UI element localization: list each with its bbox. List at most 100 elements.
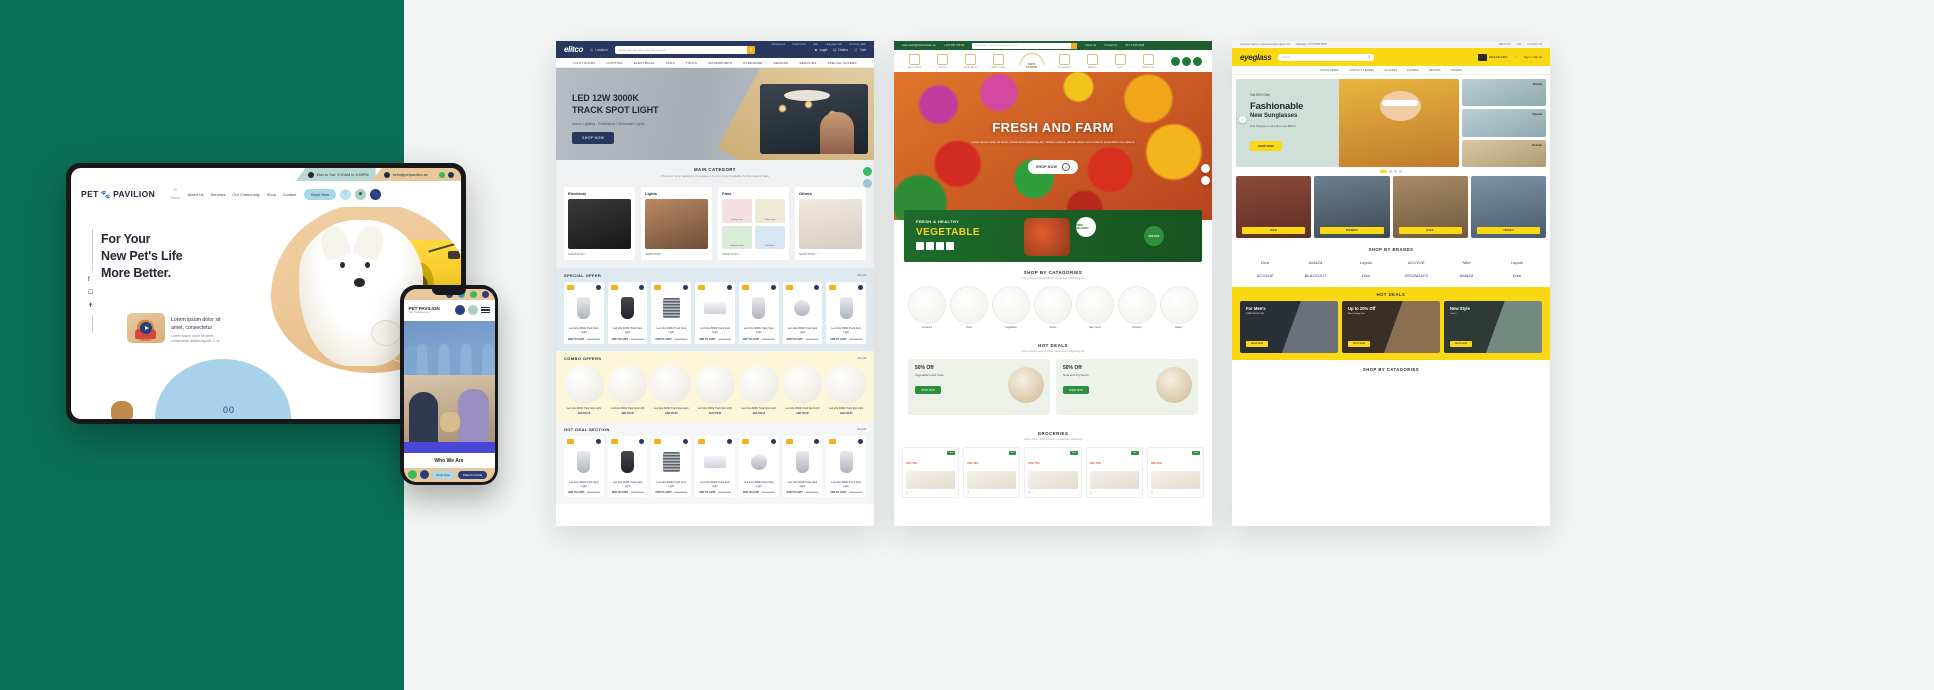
side-banner-trendy[interactable]: #Trendy bbox=[1462, 79, 1546, 107]
brand-logo[interactable]: Layola bbox=[1343, 260, 1389, 265]
combo-card[interactable]: Led 12w 3000k Track Spot Light AED 150.00 bbox=[782, 364, 823, 415]
add-to-cart-label[interactable]: ADD TO CART bbox=[655, 338, 671, 341]
whatsapp-icon[interactable] bbox=[407, 470, 417, 479]
product-card[interactable]: Led 12w 3000k Track Spot Light ADD TO CAR… bbox=[607, 435, 648, 498]
phone-book-now-button[interactable]: Book Now bbox=[431, 470, 455, 479]
orders-button[interactable]: ☐ Orders bbox=[833, 48, 848, 52]
phone-icon[interactable] bbox=[1201, 164, 1210, 173]
side-banner-hotsale[interactable]: #Hotsale bbox=[1462, 139, 1546, 167]
nav-item-contact[interactable]: Contact bbox=[283, 192, 296, 197]
utility-currency[interactable]: Currency: AED bbox=[849, 43, 866, 46]
phone-icon[interactable] bbox=[419, 470, 429, 479]
grocery-logo[interactable]: TASTE OF SPAIN bbox=[1017, 52, 1047, 70]
add-to-cart-label[interactable]: ADD TO CART bbox=[568, 491, 584, 494]
hero-cta[interactable]: SHOP NOW bbox=[1250, 141, 1282, 151]
cart-icon[interactable]: 🛒 bbox=[1090, 491, 1093, 494]
nav-item-services[interactable]: Services bbox=[211, 192, 226, 197]
product-card[interactable]: Offer 50% New 🛒 ♡ bbox=[1146, 447, 1205, 498]
menu-offers[interactable]: OFFERS bbox=[1451, 69, 1462, 72]
category-cta[interactable]: SHOP NOW > bbox=[568, 252, 631, 256]
sign-in-link[interactable]: Sign In / Sign Up bbox=[1524, 56, 1542, 59]
topbar-about[interactable]: ABOUT US bbox=[1499, 44, 1511, 46]
grocery-search-input[interactable]: Strawberries, Tropicana, Mandrago cheese bbox=[972, 42, 1078, 49]
wishlist-icon[interactable] bbox=[814, 438, 820, 444]
elitco-hero-cta[interactable]: SHOP NOW bbox=[572, 132, 615, 144]
menu-hardware[interactable]: HARDWARE bbox=[743, 61, 763, 65]
product-card[interactable]: Led 12w 3000k Track Spot Light ADD TO CA… bbox=[695, 282, 735, 344]
cart-button[interactable]: 🛒 Cart bbox=[854, 48, 866, 52]
nav-item-about[interactable]: About Us bbox=[188, 192, 204, 197]
deal-cta[interactable]: SHOP NOW bbox=[1348, 341, 1371, 347]
product-card[interactable]: Led 12w 3000k Track Spot Light ADD TO CA… bbox=[738, 282, 779, 344]
brand-logo[interactable]: AMAZA bbox=[1443, 273, 1489, 278]
category-circle[interactable]: Groceries bbox=[908, 286, 946, 329]
wishlist-icon[interactable] bbox=[595, 438, 601, 444]
category-circle[interactable]: Butchery bbox=[1118, 286, 1156, 329]
eyewear-search-input[interactable]: Search... ⚲ bbox=[1278, 53, 1375, 61]
wishlist-icon[interactable] bbox=[683, 285, 689, 290]
combo-card[interactable]: Led 12w 3000k Track Spot Light AED 150.00 bbox=[695, 364, 735, 415]
nav-category-seafood[interactable]: SEA FOOD bbox=[1139, 53, 1159, 69]
combo-card[interactable]: Led 12w 3000k Track Spot Light AED 150.00 bbox=[826, 364, 867, 415]
nav-item-shop[interactable]: Shop bbox=[267, 192, 276, 197]
product-card[interactable]: Led 12w 3000k Track Spot Light ADD TO CA… bbox=[564, 282, 604, 344]
brand-logo[interactable]: Nike bbox=[1443, 260, 1489, 265]
utility-track-order[interactable]: Track Order bbox=[792, 43, 806, 46]
elitco-search-input[interactable]: What can we help you find today? ⚲ bbox=[614, 45, 755, 54]
side-banner-special[interactable]: #Special bbox=[1462, 109, 1546, 137]
menu-repairs[interactable]: REPAIRS bbox=[774, 61, 789, 65]
wishlist-icon[interactable] bbox=[770, 285, 776, 290]
deal-cta[interactable]: SHOP NOW bbox=[1063, 386, 1089, 394]
elitco-logo[interactable]: elitco bbox=[564, 45, 583, 54]
instagram-icon[interactable]: ☐ bbox=[88, 289, 93, 296]
cart-icon[interactable]: 🛒 bbox=[1151, 491, 1154, 494]
product-card[interactable]: Led 12w 3000k Track Spot Light ADD TO CA… bbox=[826, 282, 867, 344]
hero-carousel-dots[interactable] bbox=[1232, 167, 1550, 176]
paw-button-icon[interactable]: 🐾 bbox=[370, 188, 382, 200]
category-cta[interactable]: SHOP NOW > bbox=[799, 252, 862, 256]
whatsapp-icon[interactable] bbox=[863, 167, 872, 176]
grocery-contact-link[interactable]: Contact Us bbox=[1104, 44, 1117, 47]
menu-waterpumps[interactable]: WATERPUMPS bbox=[708, 61, 732, 65]
wishlist-icon[interactable]: ♡ bbox=[1156, 491, 1158, 494]
combo-card[interactable]: Led 12w 3000k Track Spot Light AED 150.00 bbox=[607, 364, 648, 415]
cart-icon[interactable]: 🛒 bbox=[967, 491, 970, 494]
deal-card[interactable]: 50% Off Nuts and Dry Items SHOP NOW bbox=[1056, 359, 1198, 415]
wishlist-icon[interactable] bbox=[770, 438, 776, 444]
whatsapp-icon[interactable] bbox=[469, 290, 477, 298]
add-to-cart-label[interactable]: ADD TO CART bbox=[830, 338, 846, 341]
wishlist-icon[interactable] bbox=[683, 438, 689, 444]
wishlist-icon[interactable] bbox=[1181, 56, 1191, 66]
add-to-cart-label[interactable]: ADD TO CART bbox=[699, 491, 715, 494]
add-to-cart-label[interactable]: ADD TO CART bbox=[612, 338, 628, 341]
category-cta[interactable]: SHOP NOW > bbox=[645, 252, 708, 256]
subcat-wall-fans[interactable]: Wall Fans bbox=[755, 225, 785, 249]
add-to-cart-label[interactable]: ADD TO CART bbox=[743, 491, 759, 494]
pet-contact-icons[interactable] bbox=[435, 168, 461, 181]
wishlist-icon[interactable]: ♡ bbox=[972, 491, 974, 494]
add-to-cart-label[interactable]: ADD TO CART bbox=[699, 338, 715, 341]
category-circle[interactable]: Bakery bbox=[1160, 286, 1198, 329]
product-card[interactable]: Led 12w 3000k Track Spot Light ADD TO CAR… bbox=[782, 435, 823, 498]
subcat-other-fans[interactable]: Other Fans bbox=[755, 199, 785, 223]
topbar-contact[interactable]: CONTACT US bbox=[1527, 44, 1542, 46]
product-card[interactable]: Led 12w 3000k Track Spot Light ADD TO CA… bbox=[782, 282, 823, 344]
add-to-cart-label[interactable]: ADD TO CART bbox=[786, 338, 802, 341]
nav-category-butchery[interactable]: BUTCHERY bbox=[1055, 53, 1075, 69]
category-cta[interactable]: SHOP NOW > bbox=[722, 252, 785, 256]
whatsapp-icon[interactable] bbox=[1201, 176, 1210, 185]
utility-help[interactable]: Help bbox=[813, 43, 818, 46]
category-card-others[interactable]: Others SHOP NOW > bbox=[795, 187, 866, 260]
deal-card[interactable]: 50% Off Vegetable's and fruits SHOP NOW bbox=[908, 359, 1050, 415]
tile-men[interactable]: MEN bbox=[1236, 176, 1312, 238]
book-now-button[interactable]: Book Now bbox=[304, 188, 337, 200]
product-card[interactable]: Offer 50% New 🛒 ♡ bbox=[902, 447, 960, 498]
brand-logo[interactable]: ACUVUE bbox=[1393, 260, 1439, 265]
wishlist-icon[interactable] bbox=[639, 285, 645, 290]
wishlist-icon[interactable] bbox=[726, 438, 732, 444]
brand-logo[interactable]: Diva bbox=[1343, 273, 1389, 278]
grocery-phone[interactable]: 971 4 546 9198 bbox=[1125, 44, 1144, 47]
add-to-cart-label[interactable]: ADD TO CART bbox=[743, 338, 759, 341]
menu-lighting[interactable]: LIGHTING bbox=[607, 61, 623, 65]
wishlist-icon[interactable]: ♡ bbox=[911, 491, 913, 494]
